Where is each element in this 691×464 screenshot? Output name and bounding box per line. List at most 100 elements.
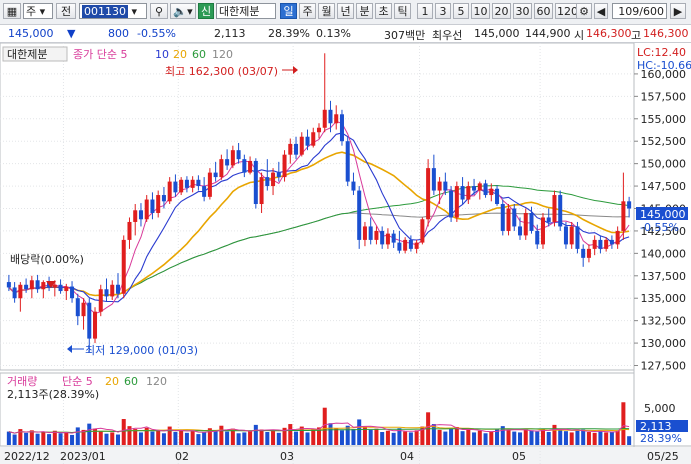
period-2[interactable]: 월 [318,3,335,19]
volume-bar [334,428,339,445]
volume-bar [70,434,75,445]
stock-code-input[interactable]: 001130 ▾ [79,3,147,19]
volume-bar [529,430,534,445]
volume-bar [75,427,80,445]
volume-ma-20: 20 [105,375,119,388]
candle-body [58,284,63,292]
chevron-down-icon: ▾ [131,5,138,18]
interval-3[interactable]: 3 [435,3,451,19]
interval-30[interactable]: 30 [513,3,532,19]
price-change: 800 [108,27,129,40]
period-1[interactable]: 주 [299,3,316,19]
volume-bar [87,423,92,445]
candle-body [179,179,184,193]
candle-count[interactable]: 109/600 [612,3,667,19]
grid-icon[interactable]: ▦ [3,3,21,19]
ma-legend-20: 20 [173,48,187,61]
down-arrow-icon: ▼ [67,27,76,40]
candle-body [627,201,632,209]
low-annotation: 최저 129,000 (01/03) [85,344,198,357]
prev-button[interactable]: 전 [56,3,76,19]
candle-body [127,221,132,240]
price-axis-label: 127,500 [641,360,687,373]
candle-body [489,188,494,196]
candle-body [93,311,98,339]
speaker-icon[interactable]: 🔈▾ [170,3,196,19]
volume-bar [443,431,448,445]
interval-60[interactable]: 60 [534,3,553,19]
price-axis-label: 157,500 [641,90,687,103]
volume-bar [351,429,356,445]
volume-bar [489,432,494,445]
candle-body [322,109,327,128]
ma-legend-5: 종가 단순 5 [73,48,127,61]
candle-body [288,143,293,155]
candle-body [248,160,253,173]
candle-body [265,177,270,187]
interval-10[interactable]: 10 [471,3,490,19]
volume-bar [219,425,224,445]
search-icon[interactable]: ⚲ [150,3,168,19]
open-price: 146,300 [586,27,632,40]
candle-body [64,286,69,292]
candle-body [609,239,614,245]
candle-body [443,181,448,191]
candle-body [18,284,23,299]
candle-body [385,233,390,245]
candle-body [144,199,149,220]
candle-body [316,127,322,133]
volume-bar [558,429,563,445]
volume-bar [299,426,304,445]
best-ask: 145,000 [474,27,520,40]
volume-bar [173,432,178,445]
toolbar: ▦ 주 ▾ 전 001130 ▾ ⚲ 🔈▾ 신 대한제분 일주월년분초틱 135… [0,0,691,25]
candle-body [271,172,276,187]
price-axis-label: 137,500 [641,270,687,283]
interval-5[interactable]: 5 [453,3,469,19]
ma-legend-120: 120 [212,48,233,61]
candle-body [202,186,207,197]
chevron-right-icon[interactable]: ▶ [670,3,686,19]
chevron-left-icon[interactable]: ◀ [594,3,608,19]
period-6[interactable]: 틱 [394,3,411,19]
candle-body [362,226,367,240]
volume-bar [242,432,247,445]
volume-bar [288,424,293,445]
volume-bar [414,430,419,445]
best-ask-label: 최우선 [432,29,463,42]
candle-body [276,172,281,178]
volume-bar [621,402,626,445]
period-4[interactable]: 분 [356,3,373,19]
candle-body [540,217,545,245]
period-3[interactable]: 년 [337,3,354,19]
best-bid: 144,900 [525,27,571,40]
stock-chart[interactable]: 160,000157,500155,000152,500150,000147,5… [0,43,691,464]
period-5[interactable]: 초 [375,3,392,19]
market-select[interactable]: 주 ▾ [23,3,53,19]
candle-body [196,179,201,187]
candle-body [586,248,591,258]
price-axis-label: 135,000 [641,292,687,305]
candle-body [253,160,258,205]
candle-body [236,150,241,160]
volume-bar [47,434,52,445]
volume-bar [150,431,155,445]
candle-body [70,286,75,299]
period-0[interactable]: 일 [280,3,297,19]
candle-body [41,282,46,290]
settings-icon[interactable]: ⚙ [576,3,592,19]
high-label: 고 [631,29,642,42]
volume-axis-label: 5,000 [644,402,676,415]
volume-bar [615,430,620,445]
candle-body [35,280,40,290]
candle-body [575,226,580,249]
candle-body [431,168,436,191]
volume-bar [575,430,580,445]
candle-body [87,302,92,339]
interval-20[interactable]: 20 [492,3,511,19]
volume-bar [569,432,574,445]
interval-1[interactable]: 1 [417,3,433,19]
volume-bar [41,432,46,445]
candle-body [420,219,425,243]
candle-body [6,282,11,288]
